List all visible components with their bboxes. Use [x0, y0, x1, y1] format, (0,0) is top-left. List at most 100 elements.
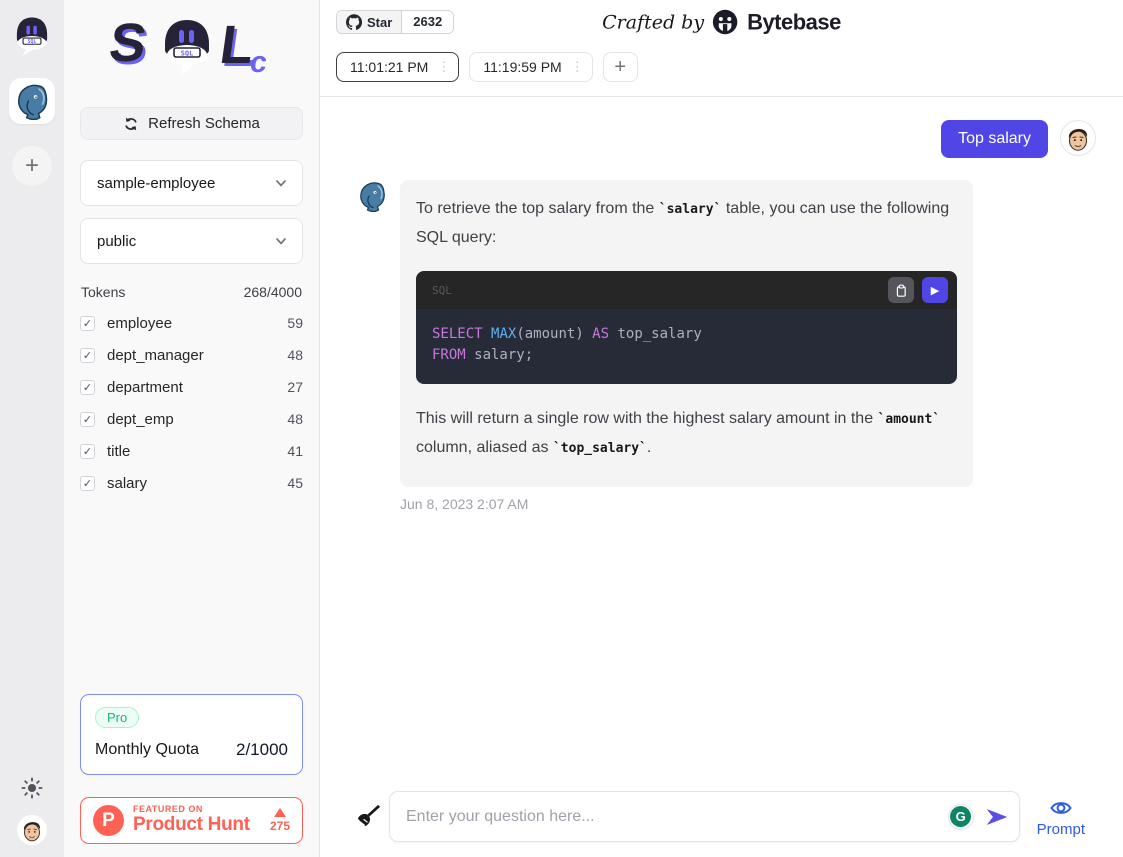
- assistant-message-row: To retrieve the top salary from the `sal…: [356, 180, 1096, 487]
- prompt-label: Prompt: [1037, 821, 1085, 838]
- clear-conversation-button[interactable]: [353, 803, 380, 830]
- inline-code: `top_salary`: [553, 441, 647, 456]
- question-input[interactable]: [389, 791, 1020, 842]
- postgresql-connection-item[interactable]: [9, 78, 55, 124]
- conversation-tab[interactable]: 11:19:59 PM ⋮: [469, 52, 592, 82]
- account-avatar[interactable]: [17, 815, 47, 845]
- composer: G Prompt: [320, 791, 1123, 857]
- chat-main: Star 2632 Crafted by Bytebase 11:01:21 P…: [320, 0, 1123, 857]
- conversation-tabs: 11:01:21 PM ⋮ 11:19:59 PM ⋮ +: [320, 44, 1123, 97]
- sqlchat-logo: S S SQL L L c: [99, 14, 285, 85]
- user-face-icon: [1061, 121, 1095, 155]
- conversation-tab-active[interactable]: 11:01:21 PM ⋮: [336, 52, 459, 82]
- tab-menu-icon[interactable]: ⋮: [437, 59, 450, 75]
- schema-sidebar: S S SQL L L c Ref: [64, 0, 320, 857]
- table-row: ✓ title 41: [80, 435, 303, 467]
- tab-label: 11:19:59 PM: [483, 59, 561, 75]
- crafted-by[interactable]: Crafted by Bytebase: [602, 9, 841, 36]
- send-button[interactable]: [984, 804, 1009, 829]
- postgresql-elephant-icon: [13, 82, 51, 120]
- table-row: ✓ department 27: [80, 371, 303, 403]
- table-checkbox[interactable]: ✓: [80, 412, 95, 427]
- pro-badge: Pro: [95, 707, 139, 728]
- tokens-header: Tokens 268/4000: [80, 284, 303, 300]
- theme-toggle-button[interactable]: [21, 777, 43, 799]
- message-list: Top salary: [320, 97, 1123, 791]
- bytebase-logo-icon: [712, 9, 739, 36]
- quota-label: Monthly Quota: [95, 741, 199, 759]
- product-hunt-logo: P: [93, 805, 124, 836]
- table-row: ✓ dept_manager 48: [80, 339, 303, 371]
- tab-label: 11:01:21 PM: [350, 59, 428, 75]
- connection-rail: SQL +: [0, 0, 64, 857]
- table-name: salary: [107, 475, 287, 492]
- add-connection-button[interactable]: +: [12, 146, 52, 186]
- run-query-button[interactable]: ▶: [922, 277, 948, 303]
- assistant-paragraph: To retrieve the top salary from the `sal…: [416, 195, 957, 252]
- brand-name: Bytebase: [747, 9, 841, 35]
- product-hunt-name: Product Hunt: [133, 815, 270, 836]
- svg-text:SQL: SQL: [28, 39, 37, 45]
- star-count: 2632: [401, 11, 453, 33]
- table-checkbox[interactable]: ✓: [80, 348, 95, 363]
- svg-text:c: c: [247, 46, 268, 79]
- sql-code-block: SQL ▶ SELECT MAX(amount) AS top_salary F…: [416, 271, 957, 384]
- product-hunt-upvotes: 275: [270, 808, 290, 833]
- table-row: ✓ dept_emp 48: [80, 403, 303, 435]
- refresh-schema-label: Refresh Schema: [148, 115, 260, 132]
- code-content[interactable]: SELECT MAX(amount) AS top_salary FROM sa…: [416, 309, 957, 384]
- table-checkbox[interactable]: ✓: [80, 444, 95, 459]
- broom-icon: [353, 803, 380, 830]
- table-name: department: [107, 379, 287, 396]
- table-token-count: 27: [287, 379, 303, 395]
- upvote-arrow-icon: [274, 808, 286, 817]
- table-list: ✓ employee 59 ✓ dept_manager 48 ✓ depart…: [80, 307, 303, 499]
- prompt-button[interactable]: Prompt: [1029, 796, 1097, 838]
- message-timestamp: Jun 8, 2023 2:07 AM: [400, 496, 1096, 512]
- chevron-down-icon: [274, 234, 288, 248]
- grammarly-icon[interactable]: G: [948, 804, 974, 830]
- copy-code-button[interactable]: [888, 277, 914, 303]
- table-checkbox[interactable]: ✓: [80, 380, 95, 395]
- send-arrow-icon: [984, 804, 1009, 829]
- table-token-count: 41: [287, 443, 303, 459]
- topbar: Star 2632 Crafted by Bytebase: [320, 0, 1123, 44]
- table-name: title: [107, 443, 287, 460]
- refresh-icon: [123, 116, 139, 132]
- table-name: employee: [107, 315, 287, 332]
- product-hunt-badge[interactable]: P FEATURED ON Product Hunt 275: [80, 797, 303, 844]
- database-select-value: sample-employee: [97, 175, 215, 192]
- sun-icon: [21, 777, 43, 799]
- eye-icon: [1049, 796, 1073, 820]
- database-select[interactable]: sample-employee: [80, 160, 303, 206]
- tab-menu-icon[interactable]: ⋮: [571, 59, 584, 75]
- crafted-by-label: Crafted by: [602, 11, 704, 33]
- question-input-wrap: G: [389, 791, 1020, 842]
- code-block-header: SQL ▶: [416, 271, 957, 309]
- assistant-paragraph: This will return a single row with the h…: [416, 405, 957, 463]
- quota-value: 2/1000: [236, 740, 288, 760]
- schema-select[interactable]: public: [80, 218, 303, 264]
- table-token-count: 48: [287, 347, 303, 363]
- star-label: Star: [367, 15, 392, 30]
- refresh-schema-button[interactable]: Refresh Schema: [80, 107, 303, 140]
- upvote-count: 275: [270, 819, 290, 833]
- table-name: dept_manager: [107, 347, 287, 364]
- sidebar-spacer: [80, 499, 303, 694]
- tokens-usage: 268/4000: [244, 284, 302, 300]
- postgresql-elephant-icon: [356, 180, 388, 212]
- github-icon: [346, 14, 362, 30]
- github-star-button[interactable]: Star 2632: [336, 10, 454, 34]
- user-avatar: [1060, 120, 1096, 156]
- table-checkbox[interactable]: ✓: [80, 476, 95, 491]
- new-conversation-button[interactable]: +: [603, 52, 638, 82]
- code-language-label: SQL: [432, 284, 880, 297]
- table-checkbox[interactable]: ✓: [80, 316, 95, 331]
- sqlchat-bot-icon[interactable]: SQL: [12, 14, 52, 58]
- svg-text:SQL: SQL: [180, 49, 193, 57]
- table-name: dept_emp: [107, 411, 287, 428]
- table-row: ✓ salary 45: [80, 467, 303, 499]
- tokens-label: Tokens: [81, 284, 125, 300]
- inline-code: `amount`: [878, 412, 941, 427]
- table-token-count: 45: [287, 475, 303, 491]
